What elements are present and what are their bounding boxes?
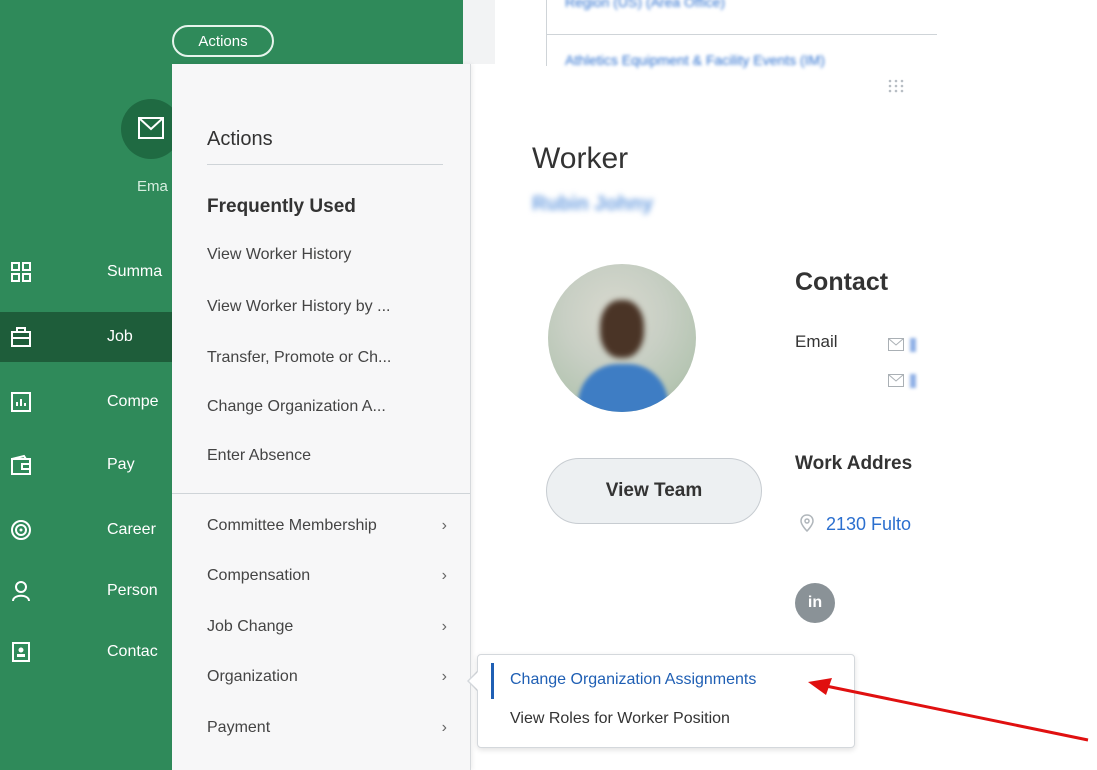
menu-category-label: Compensation [207,567,311,584]
sidebar-item-label: Contac [107,643,158,660]
sidebar-item-pay[interactable]: Pay [0,440,180,490]
menu-category-compensation[interactable]: Compensation › [207,567,447,585]
menu-item-view-worker-history[interactable]: View Worker History [207,246,351,264]
menu-category-label: Organization [207,668,298,685]
location-pin-icon [800,514,814,532]
related-links-list: Region (US) (Area Office) Athletics Equi… [546,0,937,68]
worker-name-blurred: Rubin Johny [532,193,654,215]
target-icon [11,520,31,540]
sidebar-item-label: Person [107,582,158,599]
sidebar-item-contact[interactable]: Contac [0,627,180,677]
contact-card-icon [12,642,30,662]
sidebar-item-career[interactable]: Career [0,505,180,555]
chevron-right-icon: › [441,719,447,736]
sidebar-item-label: Summa [107,263,163,280]
work-address-link[interactable]: 2130 Fulto [826,514,936,535]
menu-category-label: Committee Membership [207,517,377,534]
worker-avatar [548,264,696,412]
person-icon [12,581,30,602]
chevron-right-icon: › [441,567,447,584]
menu-category-payment[interactable]: Payment › [207,719,447,737]
submenu-pointer-fill [469,671,479,691]
work-address-heading: Work Addres [795,453,913,474]
divider [547,34,937,35]
organization-submenu: Change Organization Assignments View Rol… [477,654,855,748]
menu-item-enter-absence[interactable]: Enter Absence [207,447,311,465]
chevron-right-icon: › [441,618,447,635]
email-field-label: Email [795,332,838,351]
sidebar-item-summary[interactable]: Summa [0,247,180,297]
blurred-email-value[interactable] [910,374,916,388]
menu-item-transfer-promote[interactable]: Transfer, Promote or Ch... [207,349,391,367]
selection-indicator [491,663,494,699]
sidebar-item-compensation[interactable]: Compe [0,377,180,427]
actions-menu-title: Actions [207,128,273,150]
email-action-label: Ema [137,178,168,195]
wallet-icon [11,454,31,475]
summary-grid-icon [11,262,31,282]
compensation-chart-icon [11,392,31,412]
menu-item-change-organization[interactable]: Change Organization A... [207,398,386,416]
linkedin-icon[interactable]: in [795,583,835,623]
chevron-right-icon: › [441,517,447,534]
actions-menu-panel: Actions Frequently Used View Worker Hist… [172,64,471,770]
divider [172,493,470,494]
mail-icon [888,374,904,387]
mail-icon [138,117,164,139]
submenu-item-change-organization-assignments[interactable]: Change Organization Assignments [510,671,756,689]
submenu-item-view-roles[interactable]: View Roles for Worker Position [510,710,730,728]
menu-item-view-worker-history-by[interactable]: View Worker History by ... [207,298,390,316]
sidebar-item-label: Pay [107,456,135,473]
divider [207,164,443,165]
menu-category-committee-membership[interactable]: Committee Membership › [207,517,447,535]
frequently-used-heading: Frequently Used [207,196,356,217]
menu-category-label: Job Change [207,618,294,635]
view-team-button[interactable]: View Team [546,458,762,524]
blurred-link[interactable]: Athletics Equipment & Facility Events (I… [565,52,825,68]
actions-button[interactable]: Actions [172,25,274,57]
sidebar-item-label: Compe [107,393,159,410]
menu-category-organization[interactable]: Organization › [207,668,447,686]
sidebar-item-label: Job [107,328,133,345]
mail-icon [888,338,904,351]
sidebar-item-label: Career [107,521,156,538]
chevron-right-icon: › [441,668,447,685]
page-title: Worker [532,142,629,175]
related-actions-grid-icon[interactable] [887,78,909,94]
briefcase-icon [11,327,31,347]
sidebar-item-personal[interactable]: Person [0,566,180,616]
blurred-email-value[interactable] [910,338,916,352]
sidebar-item-job[interactable]: Job [0,312,180,362]
contact-heading: Contact [795,268,889,296]
menu-category-job-change[interactable]: Job Change › [207,618,447,636]
menu-category-label: Payment [207,719,271,736]
blurred-link[interactable]: Region (US) (Area Office) [565,0,725,10]
